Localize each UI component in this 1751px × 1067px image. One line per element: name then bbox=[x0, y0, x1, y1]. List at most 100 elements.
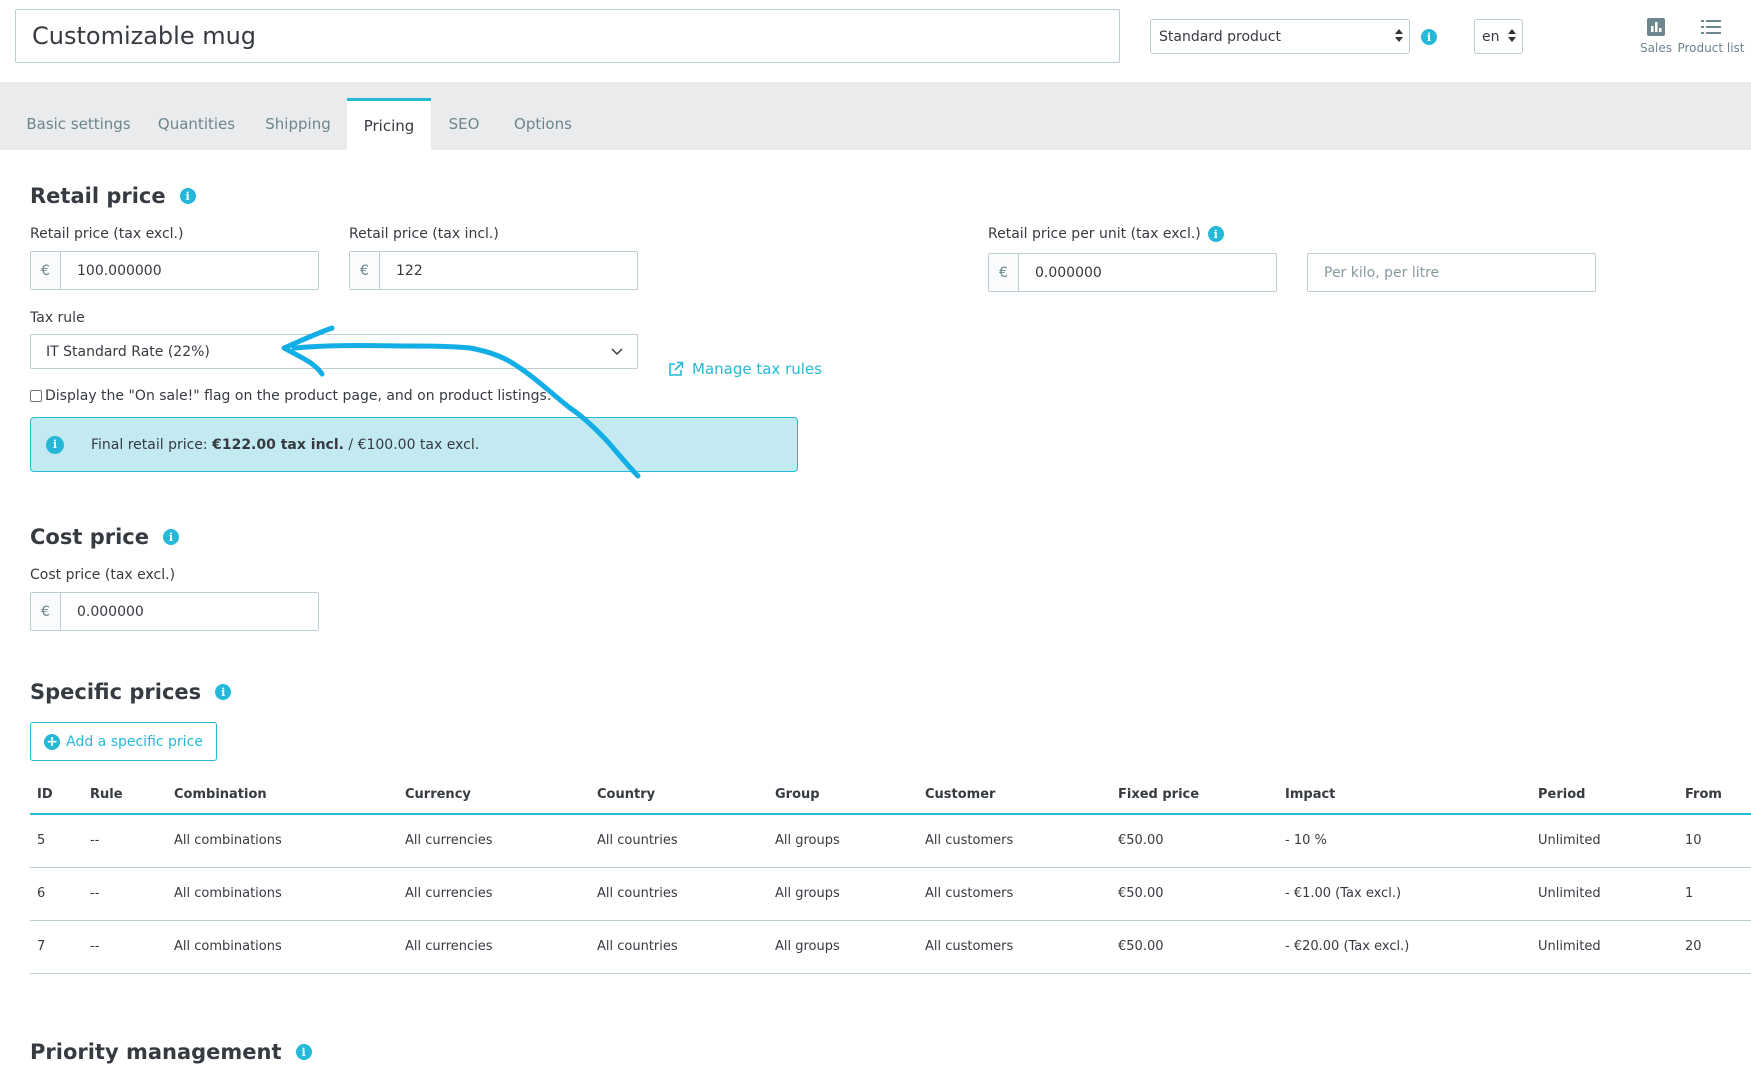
table-cell: - €20.00 (Tax excl.) bbox=[1278, 920, 1531, 974]
retail-price-title: Retail price i bbox=[30, 184, 196, 208]
table-row[interactable]: 6 -- All combinations All currencies All… bbox=[30, 867, 1751, 921]
table-cell: 10 bbox=[1678, 814, 1751, 868]
select-arrows-icon bbox=[1508, 29, 1516, 45]
table-cell: €50.00 bbox=[1111, 814, 1278, 868]
currency-addon: € bbox=[31, 593, 61, 630]
sales-label: Sales bbox=[1640, 41, 1672, 55]
column-header: Period bbox=[1531, 776, 1678, 815]
manage-tax-rules-link[interactable]: Manage tax rules bbox=[668, 360, 822, 378]
tabs-bar: Basic settings Quantities Shipping Prici… bbox=[0, 82, 1751, 151]
unit-input[interactable]: Per kilo, per litre bbox=[1307, 253, 1596, 292]
column-header: Group bbox=[768, 776, 918, 815]
table-cell: All currencies bbox=[398, 920, 590, 974]
product-list-label: Product list bbox=[1677, 41, 1745, 55]
product-type-select[interactable]: Standard product bbox=[1150, 19, 1410, 54]
info-icon[interactable]: i bbox=[162, 529, 179, 545]
retail-tax-excl-value[interactable]: 100.000000 bbox=[61, 252, 318, 289]
table-cell: - €1.00 (Tax excl.) bbox=[1278, 867, 1531, 921]
table-cell: -- bbox=[83, 867, 167, 921]
cost-price-title-text: Cost price bbox=[30, 525, 149, 549]
info-icon[interactable]: i bbox=[1207, 226, 1224, 242]
specific-prices-title: Specific prices i bbox=[30, 680, 232, 704]
info-icon: i bbox=[46, 435, 64, 454]
info-icon[interactable]: i bbox=[215, 684, 232, 700]
column-header: Customer bbox=[918, 776, 1111, 815]
table-row[interactable]: 7 -- All combinations All currencies All… bbox=[30, 920, 1751, 974]
retail-price-title-text: Retail price bbox=[30, 184, 166, 208]
currency-addon: € bbox=[989, 254, 1019, 291]
cost-price-value[interactable]: 0.000000 bbox=[61, 593, 318, 630]
product-name-input[interactable]: Customizable mug bbox=[15, 9, 1120, 63]
table-cell: All currencies bbox=[398, 867, 590, 921]
table-header-row: ID Rule Combination Currency Country Gro… bbox=[30, 776, 1751, 815]
product-type-value: Standard product bbox=[1159, 28, 1281, 45]
table-cell: All countries bbox=[590, 920, 768, 974]
retail-tax-incl-label: Retail price (tax incl.) bbox=[349, 226, 499, 242]
add-specific-price-label: Add a specific price bbox=[66, 733, 203, 750]
specific-prices-table: ID Rule Combination Currency Country Gro… bbox=[30, 776, 1751, 974]
final-price-prefix: Final retail price: bbox=[91, 436, 213, 453]
table-cell: All combinations bbox=[167, 920, 398, 974]
table-cell: Unlimited bbox=[1531, 920, 1678, 974]
table-cell: All combinations bbox=[167, 814, 398, 868]
table-cell: 20 bbox=[1678, 920, 1751, 974]
unit-price-label-text: Retail price per unit (tax excl.) bbox=[988, 226, 1201, 242]
list-icon bbox=[1701, 16, 1721, 38]
language-value: en bbox=[1482, 28, 1500, 45]
annotation-arrow bbox=[281, 325, 641, 479]
retail-tax-incl-field[interactable]: € 122 bbox=[349, 251, 638, 290]
retail-tax-incl-value[interactable]: 122 bbox=[380, 252, 637, 289]
on-sale-checkbox[interactable] bbox=[30, 390, 42, 402]
product-header: Customizable mug Standard product i en S… bbox=[0, 0, 1751, 82]
table-cell: All customers bbox=[918, 867, 1111, 921]
currency-addon: € bbox=[350, 252, 380, 289]
table-cell: 5 bbox=[30, 814, 83, 868]
specific-prices-title-text: Specific prices bbox=[30, 680, 202, 704]
table-cell: €50.00 bbox=[1111, 867, 1278, 921]
table-cell: All groups bbox=[768, 814, 918, 868]
cost-price-title: Cost price i bbox=[30, 525, 179, 549]
priority-management-title-text: Priority management bbox=[30, 1040, 282, 1064]
tab-pricing[interactable]: Pricing bbox=[347, 98, 431, 151]
cost-price-label: Cost price (tax excl.) bbox=[30, 567, 176, 583]
tab-basic-settings[interactable]: Basic settings bbox=[15, 98, 142, 150]
unit-price-value[interactable]: 0.000000 bbox=[1019, 254, 1276, 291]
info-icon[interactable]: i bbox=[295, 1044, 312, 1060]
table-cell: All groups bbox=[768, 920, 918, 974]
table-cell: Unlimited bbox=[1531, 867, 1678, 921]
table-cell: -- bbox=[83, 814, 167, 868]
language-select[interactable]: en bbox=[1474, 19, 1523, 54]
external-link-icon bbox=[668, 361, 684, 377]
column-header: Currency bbox=[398, 776, 590, 815]
column-header: ID bbox=[30, 776, 83, 815]
column-header: Country bbox=[590, 776, 768, 815]
sales-button[interactable]: Sales bbox=[1638, 16, 1674, 55]
retail-tax-excl-field[interactable]: € 100.000000 bbox=[30, 251, 319, 290]
select-arrows-icon bbox=[1395, 29, 1403, 45]
column-header: From bbox=[1678, 776, 1751, 815]
cost-price-field[interactable]: € 0.000000 bbox=[30, 592, 319, 631]
tab-options[interactable]: Options bbox=[505, 98, 581, 150]
product-list-button[interactable]: Product list bbox=[1676, 16, 1746, 55]
table-cell: Unlimited bbox=[1531, 814, 1678, 868]
currency-addon: € bbox=[31, 252, 61, 289]
table-cell: - 10 % bbox=[1278, 814, 1531, 868]
manage-tax-rules-text: Manage tax rules bbox=[692, 360, 822, 378]
tax-rule-value: IT Standard Rate (22%) bbox=[46, 343, 210, 360]
tab-shipping[interactable]: Shipping bbox=[255, 98, 341, 150]
column-header: Impact bbox=[1278, 776, 1531, 815]
info-icon[interactable]: i bbox=[1421, 29, 1437, 45]
priority-management-title: Priority management i bbox=[30, 1040, 312, 1064]
table-row[interactable]: 5 -- All combinations All currencies All… bbox=[30, 814, 1751, 868]
column-header: Rule bbox=[83, 776, 167, 815]
tab-quantities[interactable]: Quantities bbox=[150, 98, 243, 150]
tab-seo[interactable]: SEO bbox=[440, 98, 488, 150]
info-icon[interactable]: i bbox=[179, 188, 196, 204]
table-cell: All groups bbox=[768, 867, 918, 921]
add-specific-price-button[interactable]: + Add a specific price bbox=[30, 722, 217, 761]
unit-price-field[interactable]: € 0.000000 bbox=[988, 253, 1277, 292]
column-header: Fixed price bbox=[1111, 776, 1278, 815]
table-cell: 1 bbox=[1678, 867, 1751, 921]
unit-price-label: Retail price per unit (tax excl.) i bbox=[988, 226, 1224, 242]
bar-chart-icon bbox=[1647, 16, 1665, 38]
